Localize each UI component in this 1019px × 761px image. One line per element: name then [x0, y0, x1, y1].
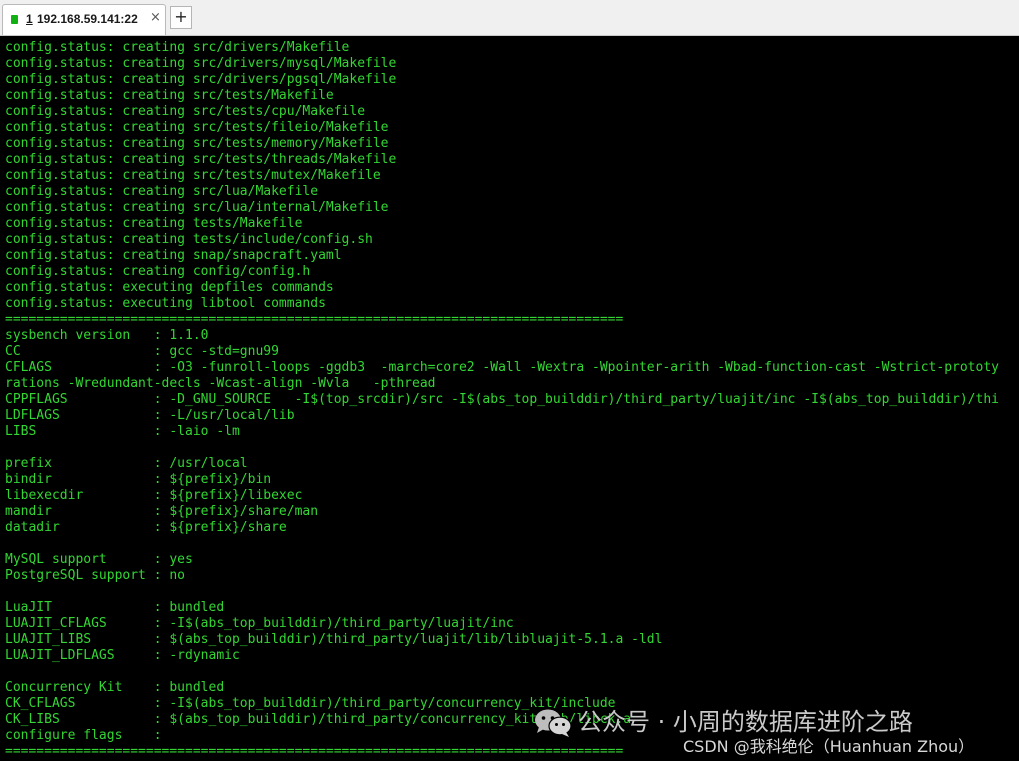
- terminal-line: config.status: executing depfiles comman…: [5, 280, 334, 295]
- terminal-line: LUAJIT_LIBS : $(abs_top_builddir)/third_…: [5, 632, 663, 647]
- terminal-line: libexecdir : ${prefix}/libexec: [5, 488, 303, 503]
- session-connected-icon: [11, 15, 18, 24]
- terminal-line: config.status: creating tests/include/co…: [5, 232, 373, 247]
- terminal-line: LIBS : -laio -lm: [5, 424, 240, 439]
- terminal-line: config.status: creating src/lua/internal…: [5, 200, 389, 215]
- terminal-line: prefix : /usr/local: [5, 456, 248, 471]
- terminal-line: config.status: creating src/tests/mutex/…: [5, 168, 381, 183]
- new-tab-button[interactable]: +: [170, 6, 192, 29]
- terminal-line: config.status: creating src/tests/memory…: [5, 136, 389, 151]
- terminal-line: config.status: creating src/tests/thread…: [5, 152, 397, 167]
- terminal-lines: config.status: creating src/drivers/Make…: [5, 40, 999, 760]
- terminal-line: LDFLAGS : -L/usr/local/lib: [5, 408, 295, 423]
- terminal-line: config.status: executing libtool command…: [5, 296, 326, 311]
- terminal-line: config.status: creating snap/snapcraft.y…: [5, 248, 342, 263]
- wechat-icon: [535, 709, 572, 737]
- terminal-line: config.status: creating tests/Makefile: [5, 216, 303, 231]
- terminal-line: sysbench version : 1.1.0: [5, 328, 209, 343]
- tab-title: 192.168.59.141:22: [37, 12, 138, 26]
- terminal-output[interactable]: config.status: creating src/drivers/Make…: [0, 36, 1019, 761]
- terminal-line: config.status: creating src/drivers/Make…: [5, 40, 350, 55]
- session-tab[interactable]: 1 192.168.59.141:22 ×: [2, 4, 166, 35]
- watermark-credit: CSDN @我科绝伦（Huanhuan Zhou）: [683, 737, 975, 756]
- terminal-line: config.status: creating src/tests/Makefi…: [5, 88, 334, 103]
- terminal-line: PostgreSQL support : no: [5, 568, 186, 583]
- terminal-line: CC : gcc -std=gnu99: [5, 344, 279, 359]
- plus-icon: +: [174, 7, 188, 26]
- terminal-line: Concurrency Kit : bundled: [5, 680, 225, 695]
- close-tab-icon[interactable]: ×: [150, 10, 161, 25]
- terminal-line: LuaJIT : bundled: [5, 600, 225, 615]
- watermark: 公众号 · 小周的数据库进阶之路 CSDN @我科绝伦（Huanhuan Zho…: [533, 700, 1019, 761]
- terminal-line: MySQL support : yes: [5, 552, 193, 567]
- terminal-line: config.status: creating config/config.h: [5, 264, 311, 279]
- terminal-line: mandir : ${prefix}/share/man: [5, 504, 319, 519]
- terminal-line: config.status: creating src/tests/cpu/Ma…: [5, 104, 366, 119]
- terminal-line: LUAJIT_CFLAGS : -I$(abs_top_builddir)/th…: [5, 616, 514, 631]
- terminal-line: CPPFLAGS : -D_GNU_SOURCE -I$(top_srcdir)…: [5, 392, 999, 407]
- terminal-line: config.status: creating src/tests/fileio…: [5, 120, 389, 135]
- terminal-line: datadir : ${prefix}/share: [5, 520, 287, 535]
- terminal-line: LUAJIT_LDFLAGS : -rdynamic: [5, 648, 240, 663]
- tab-number: 1: [26, 12, 33, 26]
- terminal-line: config.status: creating src/drivers/mysq…: [5, 56, 397, 71]
- terminal-line: config.status: creating src/drivers/pgsq…: [5, 72, 397, 87]
- tab-bar: 1 192.168.59.141:22 × +: [0, 0, 1019, 36]
- watermark-text: 公众号 · 小周的数据库进阶之路: [578, 708, 913, 736]
- terminal-line: config.status: creating src/lua/Makefile: [5, 184, 319, 199]
- terminal-line: ========================================…: [5, 312, 624, 327]
- terminal-line: bindir : ${prefix}/bin: [5, 472, 272, 487]
- terminal-line: CFLAGS : -O3 -funroll-loops -ggdb3 -marc…: [5, 360, 999, 375]
- terminal-line: rations -Wredundant-decls -Wcast-align -…: [5, 376, 436, 391]
